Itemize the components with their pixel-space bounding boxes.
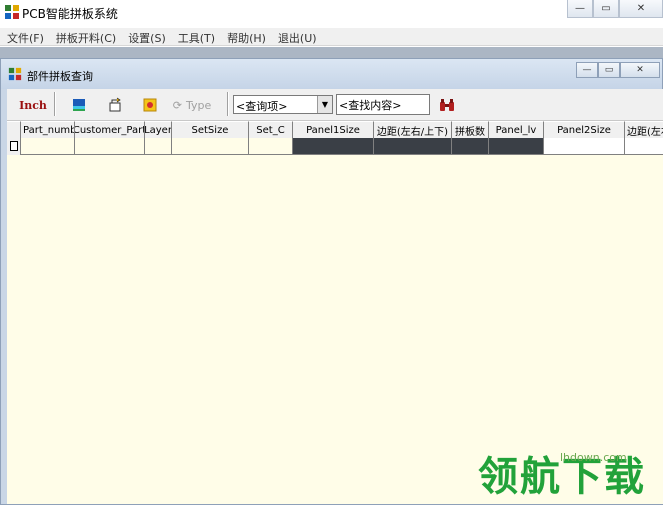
col-margin-2[interactable]: 边距(左右/上 — [625, 121, 663, 138]
cell[interactable] — [172, 138, 249, 154]
main-title-bar: PCB智能拼板系统 — ▭ ✕ — [0, 0, 663, 26]
watermark: 领航下载 lhdown.com — [478, 440, 663, 500]
row-selector[interactable] — [7, 138, 21, 155]
app-logo-icon — [8, 67, 22, 81]
child-close-button[interactable]: ✕ — [620, 62, 660, 78]
watermark-url: lhdown.com — [560, 451, 627, 464]
minimize-button[interactable]: — — [567, 0, 593, 18]
toolbar: Inch ⟳ Type <查询项> ▼ <查找内容> — [7, 89, 663, 121]
col-panel-lv[interactable]: Panel_lv — [489, 121, 544, 138]
inch-unit-button[interactable]: Inch — [17, 94, 49, 116]
cell[interactable] — [75, 138, 145, 154]
menu-tools[interactable]: 工具(T) — [171, 28, 220, 45]
child-window-controls: — ▭ ✕ — [576, 62, 660, 78]
cell[interactable] — [293, 138, 374, 154]
menu-panelize[interactable]: 拼板开料(C) — [49, 28, 121, 45]
cell[interactable] — [544, 138, 625, 154]
window-controls: — ▭ ✕ — [567, 0, 663, 18]
binoculars-icon — [440, 99, 454, 111]
query-field-select[interactable]: <查询项> ▼ — [233, 95, 333, 114]
col-set-size[interactable]: SetSize — [172, 121, 249, 138]
toolbar-separator — [54, 92, 56, 116]
color-bar-button[interactable] — [67, 94, 91, 116]
find-button[interactable] — [435, 94, 459, 116]
col-set-c[interactable]: Set_C — [249, 121, 293, 138]
table-row[interactable] — [7, 138, 663, 155]
cell[interactable] — [374, 138, 452, 154]
col-layer[interactable]: Layer — [145, 121, 172, 138]
grid-header: Part_number Customer_Part Layer SetSize … — [7, 121, 663, 138]
menu-bar: 文件(F) 拼板开料(C) 设置(S) 工具(T) 帮助(H) 退出(U) — [0, 28, 663, 46]
menu-exit[interactable]: 退出(U) — [271, 28, 322, 45]
cell[interactable] — [249, 138, 293, 154]
export-icon — [109, 97, 121, 112]
col-panel2-size[interactable]: Panel2Size — [544, 121, 625, 138]
query-select-value: <查询项> — [236, 100, 288, 113]
menu-help[interactable]: 帮助(H) — [220, 28, 271, 45]
cell[interactable] — [489, 138, 544, 154]
restore-button[interactable]: ▭ — [593, 0, 619, 18]
chevron-down-icon[interactable]: ▼ — [317, 96, 332, 113]
child-window-title: 部件拼板查询 — [27, 70, 93, 83]
app-logo-icon — [5, 5, 19, 19]
col-margin-1[interactable]: 边距(左右/上下) — [374, 121, 452, 138]
color-bar-icon — [73, 99, 85, 111]
col-panel1-size[interactable]: Panel1Size — [293, 121, 374, 138]
cell[interactable] — [625, 138, 663, 154]
settings-button[interactable] — [138, 94, 162, 116]
grid-corner — [7, 121, 21, 138]
menu-file[interactable]: 文件(F) — [0, 28, 49, 45]
col-part-number[interactable]: Part_number — [21, 121, 75, 138]
menu-settings[interactable]: 设置(S) — [121, 28, 171, 45]
part-query-window: 部件拼板查询 — ▭ ✕ Inch ⟳ Type <查询项> ▼ <查找内容> … — [0, 58, 663, 505]
settings-sun-icon — [143, 98, 157, 112]
col-panel-count[interactable]: 拼板数 — [452, 121, 489, 138]
cell[interactable] — [452, 138, 489, 154]
child-title-bar[interactable]: 部件拼板查询 — ▭ ✕ — [1, 59, 662, 89]
child-restore-button[interactable]: ▭ — [598, 62, 620, 78]
row-cursor-icon — [10, 141, 18, 151]
child-minimize-button[interactable]: — — [576, 62, 598, 78]
col-customer-part[interactable]: Customer_Part — [75, 121, 145, 138]
export-button[interactable] — [103, 94, 127, 116]
cell[interactable] — [21, 138, 75, 154]
toolbar-separator — [227, 92, 229, 116]
type-button[interactable]: ⟳ Type — [167, 94, 217, 116]
rotate-icon: ⟳ — [172, 98, 182, 112]
search-input[interactable] — [336, 94, 430, 115]
type-label: Type — [185, 98, 212, 112]
close-button[interactable]: ✕ — [619, 0, 663, 18]
window-title: PCB智能拼板系统 — [22, 7, 118, 21]
cell[interactable] — [145, 138, 172, 154]
